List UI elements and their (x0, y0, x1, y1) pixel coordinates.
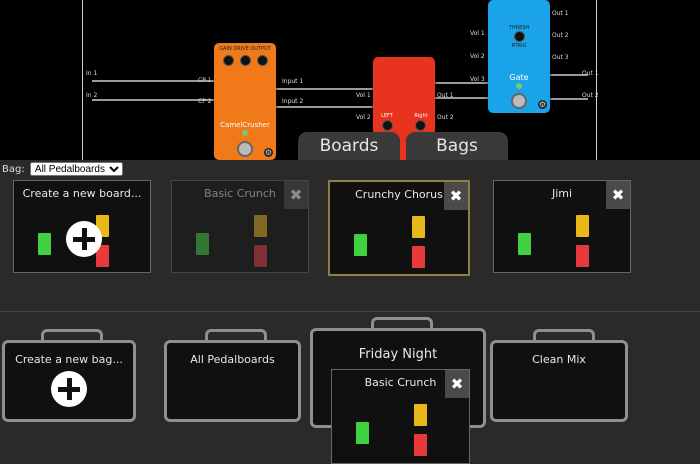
gear-icon[interactable]: ⚙ (264, 148, 273, 157)
plus-icon[interactable] (66, 221, 102, 257)
jack-label: Out 1 (552, 10, 569, 17)
section-divider (0, 311, 700, 312)
mini-pedal (576, 245, 589, 267)
mini-pedal (354, 234, 367, 256)
footswitch[interactable] (511, 93, 527, 109)
bag-handle (41, 329, 103, 343)
camelcrusher-pedal[interactable]: GAIN DRIVE OUTPUT CamelCrusher ⚙ (214, 43, 276, 160)
jack-label: Out 3 (552, 54, 569, 61)
board-card-selected[interactable]: Crunchy Chorus ✖ (328, 180, 470, 276)
jack-label: Input 2 (282, 98, 304, 105)
bag-select-label: Bag: (2, 164, 25, 175)
bag-title: All Pedalboards (190, 353, 275, 366)
jack-label: Vol 1 (470, 30, 485, 37)
pedal-name: Gate (509, 73, 529, 82)
jack-label: CP 1 (198, 77, 212, 84)
bag-title: Create a new bag... (15, 353, 123, 366)
mini-pedal (576, 215, 589, 237)
bag-card[interactable]: All Pedalboards (164, 329, 301, 422)
board-card[interactable]: Basic Crunch ✖ (171, 180, 309, 273)
mini-pedal (196, 233, 209, 255)
board-card[interactable]: Jimi ✖ (493, 180, 631, 273)
bag-selector: Bag: All Pedalboards (2, 162, 123, 176)
jack-label: Out 2 (552, 32, 569, 39)
knob-label: Right (414, 113, 428, 119)
close-icon[interactable]: ✖ (284, 181, 308, 209)
tab-bags[interactable]: Bags (406, 132, 508, 160)
bag-title: Clean Mix (532, 353, 586, 366)
jack-label: Out 2 (582, 92, 599, 99)
jack-label: In 2 (86, 92, 98, 99)
output-knob[interactable] (257, 55, 268, 66)
plus-icon[interactable] (51, 371, 87, 407)
jack-label: Out 1 (437, 92, 454, 99)
jack-label: In 1 (86, 70, 98, 77)
jack-label: Vol 1 (356, 92, 371, 99)
jack-label: Vol 2 (356, 114, 371, 121)
bag-board-card[interactable]: Basic Crunch ✖ (331, 369, 470, 464)
tab-boards[interactable]: Boards (298, 132, 400, 160)
close-icon[interactable]: ✖ (445, 370, 469, 398)
canvas-right-boundary (596, 0, 597, 160)
bag-handle (371, 317, 433, 331)
board-title: Create a new board... (22, 187, 142, 200)
jack-label: Vol 3 (470, 76, 485, 83)
threshold-knob[interactable] (514, 31, 525, 42)
bag-select[interactable]: All Pedalboards (29, 162, 123, 176)
drive-knob[interactable] (240, 55, 251, 66)
footswitch[interactable] (237, 141, 253, 157)
right-knob[interactable] (415, 120, 426, 131)
bag-handle (533, 329, 595, 343)
jack-label: Vol 2 (470, 53, 485, 60)
canvas-left-boundary (82, 0, 83, 160)
knob-label: RTRIG (511, 43, 527, 49)
gate-pedal[interactable]: THRESH RTRIG Gate ⚙ (488, 0, 550, 113)
status-led (516, 83, 522, 89)
jack-label: Input 1 (282, 78, 304, 85)
mini-pedal (254, 215, 267, 237)
gain-knob[interactable] (223, 55, 234, 66)
jack-label: Out 2 (437, 114, 454, 121)
close-icon[interactable]: ✖ (606, 181, 630, 209)
mini-pedal (414, 434, 427, 456)
knob-label: LEFT (381, 113, 393, 119)
left-knob[interactable] (382, 120, 393, 131)
jack-label: CP 2 (198, 98, 212, 105)
pedal-name: CamelCrusher (220, 121, 270, 129)
mini-pedal (518, 233, 531, 255)
mini-pedal (356, 422, 369, 444)
cable (276, 106, 376, 108)
create-board-card[interactable]: Create a new board... (13, 180, 151, 273)
status-led (242, 130, 248, 136)
mini-pedal (254, 245, 267, 267)
create-bag-card[interactable]: Create a new bag... (2, 329, 136, 422)
mini-pedal (412, 216, 425, 238)
close-icon[interactable]: ✖ (444, 182, 468, 210)
bag-handle (205, 329, 267, 343)
knob-labels: GAIN DRIVE OUTPUT (219, 46, 271, 52)
gear-icon[interactable]: ⚙ (538, 100, 547, 109)
jack-label: Out 1 (582, 70, 599, 77)
bag-title: Friday Night (358, 347, 438, 362)
bag-card[interactable]: Clean Mix (490, 329, 628, 422)
mini-pedal (38, 233, 51, 255)
mini-pedal (412, 246, 425, 268)
mini-pedal (414, 404, 427, 426)
cable (276, 88, 376, 90)
